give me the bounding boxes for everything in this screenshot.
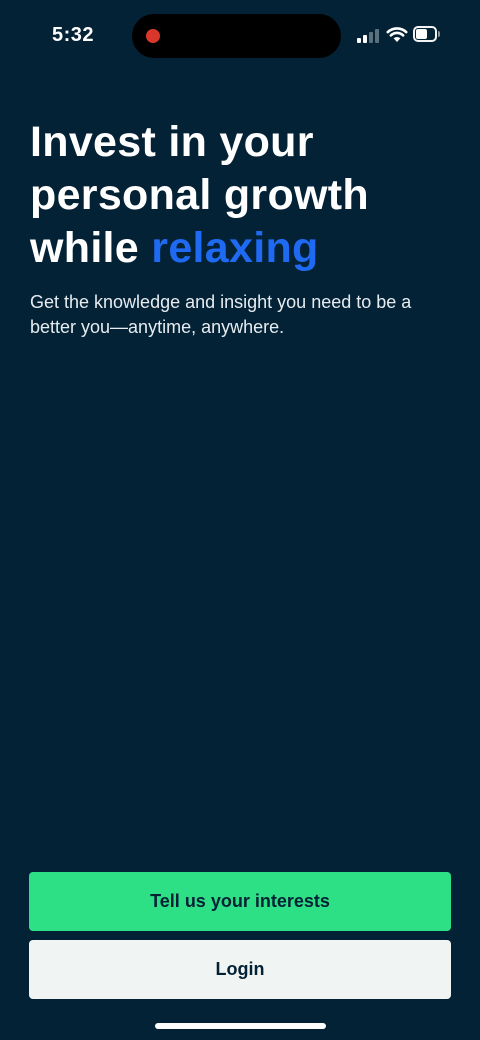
recording-indicator-icon bbox=[146, 29, 160, 43]
status-bar: 5:32 bbox=[0, 0, 480, 72]
login-button[interactable]: Login bbox=[29, 940, 451, 999]
tell-us-interests-button[interactable]: Tell us your interests bbox=[29, 872, 451, 931]
hero-title-line-2: personal growth bbox=[30, 171, 369, 219]
hero-title: Invest in your personal growth while relax… bbox=[30, 116, 460, 275]
wifi-icon bbox=[386, 27, 408, 42]
hero-title-accent: relaxing bbox=[151, 224, 319, 272]
status-time: 5:32 bbox=[52, 24, 95, 46]
battery-icon bbox=[413, 26, 441, 44]
hero-subtitle: Get the knowledge and insight you need t… bbox=[30, 292, 412, 337]
hero-title-line-3-prefix: while bbox=[30, 224, 152, 272]
dynamic-island bbox=[132, 14, 341, 58]
signal-icon bbox=[357, 27, 381, 43]
hero-title-line-1: Invest in your bbox=[30, 118, 314, 166]
home-indicator[interactable] bbox=[155, 1023, 326, 1029]
